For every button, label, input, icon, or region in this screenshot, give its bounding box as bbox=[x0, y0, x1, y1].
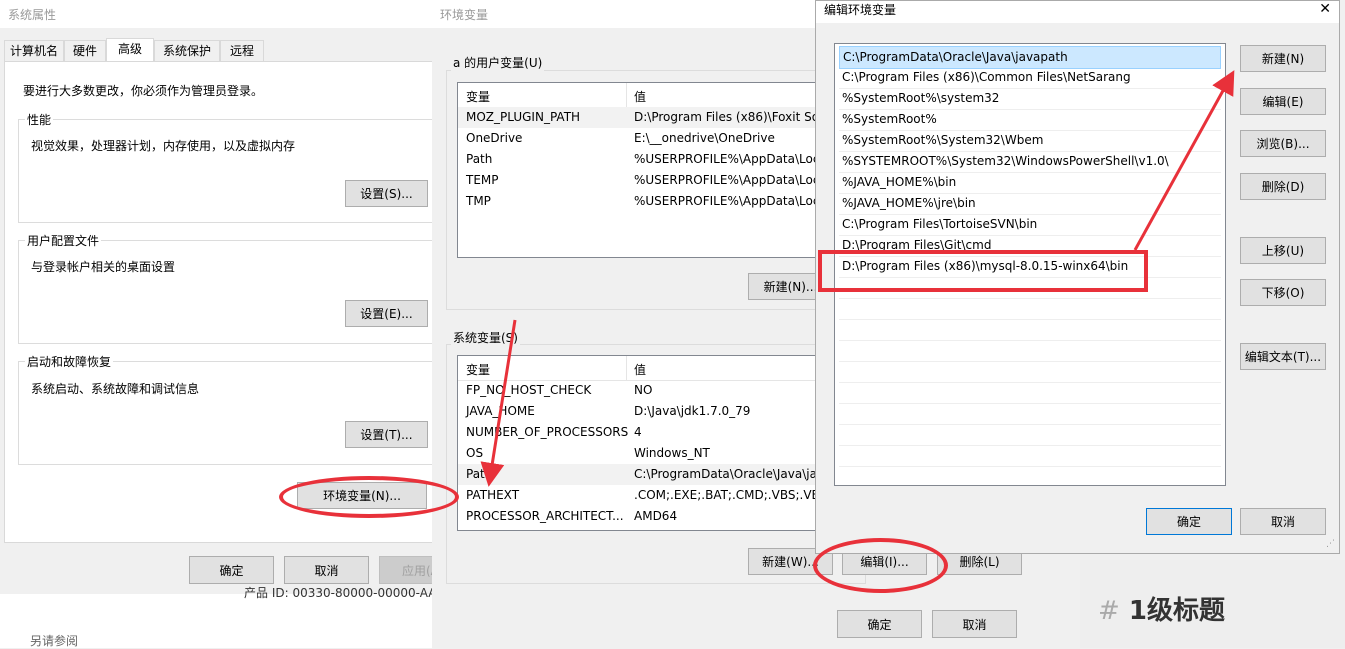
arrow-to-new-button bbox=[1133, 70, 1235, 251]
arrow-to-system-path bbox=[480, 319, 517, 487]
annotation-arrows bbox=[480, 70, 1235, 487]
